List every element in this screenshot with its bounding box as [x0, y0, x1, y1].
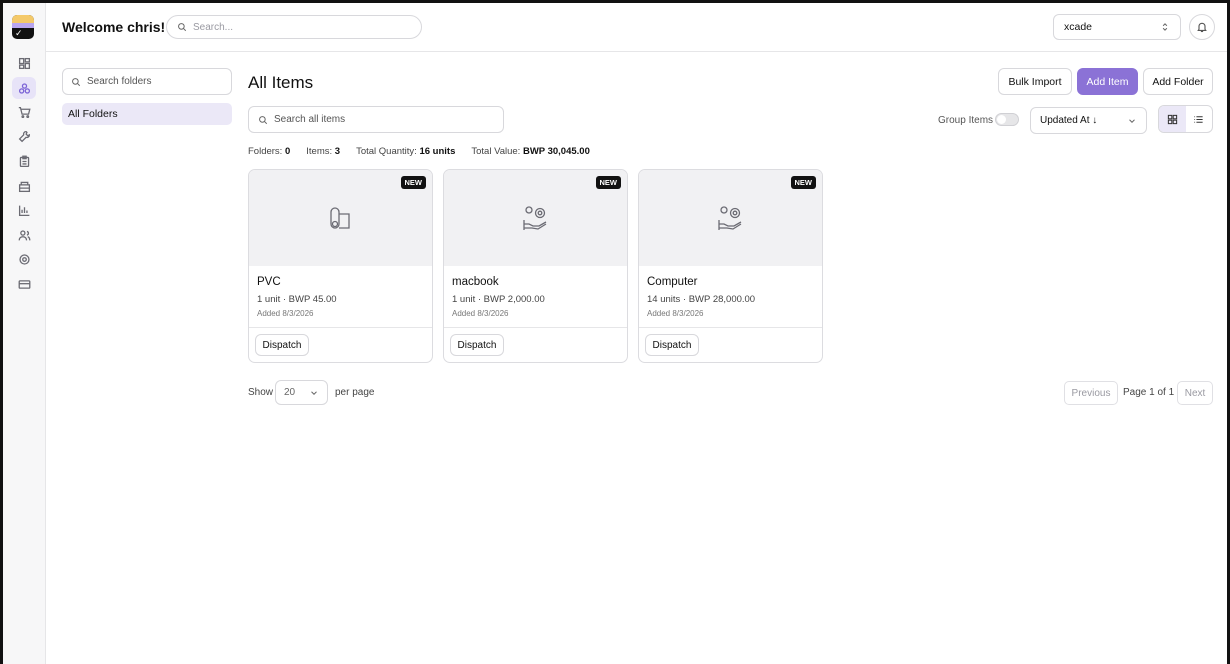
- item-card[interactable]: NEW PVC 1 unit · BWP 45.00 Added 8/3/202…: [248, 169, 433, 363]
- item-card[interactable]: NEW macbook 1 unit · BWP 2,000.00 Added …: [443, 169, 628, 363]
- bulk-import-button[interactable]: Bulk Import: [998, 68, 1072, 95]
- page-info: Page 1 of 1: [1123, 387, 1175, 398]
- notifications-button[interactable]: [1189, 14, 1215, 40]
- per-page-label: per page: [335, 387, 375, 398]
- item-name: PVC: [257, 276, 281, 288]
- welcome-text: Welcome chris!: [62, 19, 166, 35]
- global-search-input[interactable]: Search...: [166, 15, 422, 39]
- item-meta: 14 units · BWP 28,000.00: [647, 294, 756, 305]
- item-added-date: Added 8/3/2026: [257, 309, 314, 318]
- search-icon: [258, 115, 268, 125]
- service-hand-icon: [522, 206, 546, 230]
- items-search-placeholder: Search all items: [274, 114, 346, 125]
- item-meta: 1 unit · BWP 45.00: [257, 294, 337, 305]
- show-label: Show: [248, 387, 274, 398]
- items-icon[interactable]: [12, 77, 36, 99]
- item-name: Computer: [647, 276, 698, 288]
- left-nav-rail: ✓: [3, 3, 46, 664]
- per-page-value: 20: [284, 387, 296, 398]
- settings-icon[interactable]: [12, 248, 36, 270]
- add-item-button[interactable]: Add Item: [1077, 68, 1138, 95]
- item-added-date: Added 8/3/2026: [452, 309, 509, 318]
- previous-page-button[interactable]: Previous: [1064, 381, 1118, 405]
- items-search-input[interactable]: Search all items: [248, 106, 504, 133]
- top-header: Welcome chris! Search... xcade: [46, 3, 1227, 52]
- item-meta: 1 unit · BWP 2,000.00: [452, 294, 545, 305]
- add-folder-button[interactable]: Add Folder: [1143, 68, 1213, 95]
- global-search-placeholder: Search...: [193, 21, 234, 33]
- organization-select[interactable]: xcade: [1053, 14, 1181, 40]
- chevron-updown-icon: [1160, 22, 1170, 32]
- sort-select[interactable]: Updated At ↓: [1030, 107, 1147, 134]
- item-name: macbook: [452, 276, 499, 288]
- pipe-icon: [329, 207, 350, 229]
- users-icon[interactable]: [12, 224, 36, 246]
- tools-icon[interactable]: [12, 125, 36, 147]
- app-logo[interactable]: ✓: [12, 15, 34, 39]
- chart-icon[interactable]: [12, 199, 36, 221]
- cart-icon[interactable]: [12, 101, 36, 123]
- sort-value: Updated At ↓: [1040, 115, 1098, 126]
- organization-name: xcade: [1064, 21, 1093, 33]
- group-items-toggle[interactable]: [995, 113, 1019, 126]
- stat-value: Total Value: BWP 30,045.00: [471, 146, 590, 157]
- dispatch-button[interactable]: Dispatch: [645, 334, 699, 356]
- new-badge: NEW: [400, 176, 426, 189]
- archive-icon[interactable]: [12, 175, 36, 197]
- card-icon[interactable]: [12, 273, 36, 295]
- folder-item-all[interactable]: All Folders: [62, 103, 232, 125]
- next-page-button[interactable]: Next: [1177, 381, 1213, 405]
- chevron-down-icon: [1127, 116, 1137, 126]
- bell-icon: [1197, 22, 1207, 33]
- grid-icon: [1167, 114, 1177, 124]
- search-icon: [177, 22, 187, 32]
- inventory-stats: Folders: 0 Items: 3 Total Quantity: 16 u…: [248, 146, 606, 157]
- folder-search-input[interactable]: Search folders: [62, 68, 232, 95]
- stat-quantity: Total Quantity: 16 units: [356, 146, 456, 157]
- item-card[interactable]: NEW Computer 14 units · BWP 28,000.00 Ad…: [638, 169, 823, 363]
- clipboard-icon[interactable]: [12, 150, 36, 172]
- page-title: All Items: [248, 73, 314, 92]
- dispatch-button[interactable]: Dispatch: [255, 334, 309, 356]
- stat-items: Items: 3: [306, 146, 341, 157]
- service-hand-icon: [717, 206, 741, 230]
- view-toggle: [1158, 105, 1213, 133]
- new-badge: NEW: [790, 176, 816, 189]
- chevron-down-icon: [309, 388, 319, 398]
- search-icon: [71, 77, 81, 87]
- dashboard-icon[interactable]: [12, 52, 36, 74]
- list-view-button[interactable]: [1186, 106, 1213, 132]
- folder-search-placeholder: Search folders: [87, 76, 152, 87]
- stat-folders: Folders: 0: [248, 146, 291, 157]
- new-badge: NEW: [595, 176, 621, 189]
- list-icon: [1194, 115, 1203, 123]
- group-items-label: Group Items: [938, 115, 994, 126]
- grid-view-button[interactable]: [1159, 106, 1186, 132]
- dispatch-button[interactable]: Dispatch: [450, 334, 504, 356]
- item-added-date: Added 8/3/2026: [647, 309, 704, 318]
- per-page-select[interactable]: 20: [275, 380, 328, 405]
